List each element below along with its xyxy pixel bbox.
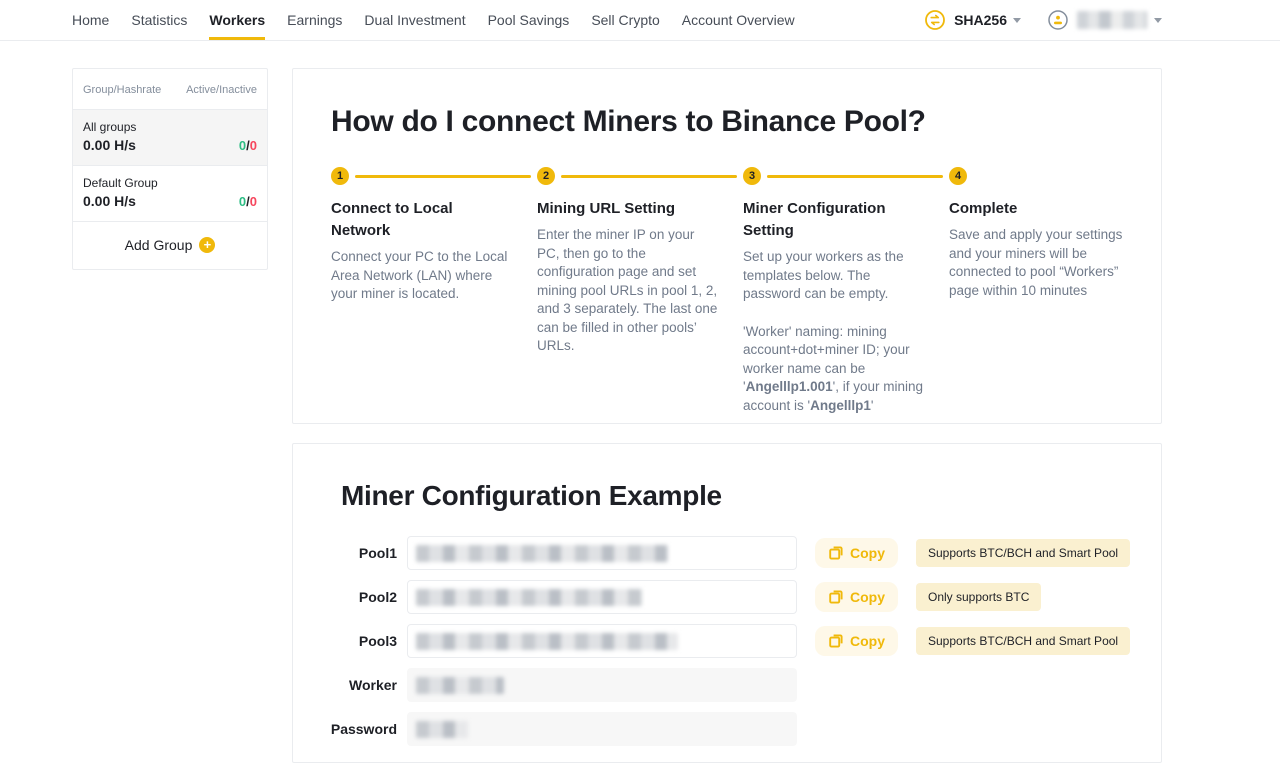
worker-row: Worker xyxy=(317,668,1141,702)
step-4-complete: 4 Complete Save and apply your settings … xyxy=(949,167,1131,415)
username-redacted xyxy=(1077,11,1147,29)
group-hashrate: 0.00 H/s xyxy=(83,193,158,209)
pool1-copy-button[interactable]: Copy xyxy=(815,538,898,568)
column-header-group-hashrate: Group/Hashrate xyxy=(83,84,161,96)
step-connector-line xyxy=(561,175,737,178)
top-navigation-bar: Home Statistics Workers Earnings Dual In… xyxy=(0,0,1280,41)
step-number-badge: 4 xyxy=(949,167,967,185)
main-nav: Home Statistics Workers Earnings Dual In… xyxy=(72,0,795,40)
step-title: Miner Configuration Setting xyxy=(743,198,925,242)
nav-item-dual-investment[interactable]: Dual Investment xyxy=(364,0,465,40)
guide-title: How do I connect Miners to Binance Pool? xyxy=(331,105,1131,139)
worker-name-field[interactable] xyxy=(407,668,797,702)
account-selector[interactable] xyxy=(1047,9,1162,31)
password-label: Password xyxy=(317,721,397,737)
copy-label: Copy xyxy=(850,589,885,605)
nav-item-statistics[interactable]: Statistics xyxy=(131,0,187,40)
nav-item-pool-savings[interactable]: Pool Savings xyxy=(488,0,570,40)
pool3-url-field[interactable] xyxy=(407,624,797,658)
group-name: Default Group xyxy=(83,176,158,190)
nav-item-earnings[interactable]: Earnings xyxy=(287,0,342,40)
nav-item-home[interactable]: Home xyxy=(72,0,109,40)
group-row-default-group[interactable]: Default Group 0.00 H/s 0/0 xyxy=(73,166,267,222)
step-title: Connect to Local Network xyxy=(331,198,513,242)
add-group-label: Add Group xyxy=(125,237,193,253)
step-2-mining-url-setting: 2 Mining URL Setting Enter the miner IP … xyxy=(537,167,719,415)
copy-icon xyxy=(828,545,844,561)
step-number-badge: 2 xyxy=(537,167,555,185)
copy-icon xyxy=(828,589,844,605)
group-active-inactive-count: 0/0 xyxy=(239,138,257,153)
pool3-row: Pool3 Copy Supports BTC/BCH and Smart Po… xyxy=(317,624,1141,658)
pool3-support-badge: Supports BTC/BCH and Smart Pool xyxy=(916,627,1130,655)
pool1-url-field[interactable] xyxy=(407,536,797,570)
group-active-inactive-count: 0/0 xyxy=(239,194,257,209)
pool1-url-redacted xyxy=(416,545,668,562)
guide-steps: 1 Connect to Local Network Connect your … xyxy=(331,167,1131,415)
step-description: Connect your PC to the Local Area Networ… xyxy=(331,248,513,304)
pool2-copy-button[interactable]: Copy xyxy=(815,582,898,612)
password-field[interactable] xyxy=(407,712,797,746)
user-account-icon xyxy=(1047,9,1069,31)
step-title: Mining URL Setting xyxy=(537,198,719,220)
column-header-active-inactive: Active/Inactive xyxy=(186,84,257,96)
pool1-support-badge: Supports BTC/BCH and Smart Pool xyxy=(916,539,1130,567)
group-name: All groups xyxy=(83,120,136,134)
account-dropdown-caret[interactable] xyxy=(1154,18,1162,23)
step-connector-line xyxy=(355,175,531,178)
pool3-url-redacted xyxy=(416,633,678,650)
pool2-url-redacted xyxy=(416,589,642,606)
pool1-label: Pool1 xyxy=(317,545,397,561)
pool1-row: Pool1 Copy Supports BTC/BCH and Smart Po… xyxy=(317,536,1141,570)
groups-sidebar: Group/Hashrate Active/Inactive All group… xyxy=(72,68,268,270)
group-row-all-groups[interactable]: All groups 0.00 H/s 0/0 xyxy=(73,110,267,166)
worker-name-redacted xyxy=(416,677,504,694)
group-hashrate: 0.00 H/s xyxy=(83,137,136,153)
add-group-button[interactable]: Add Group + xyxy=(73,222,267,269)
nav-item-sell-crypto[interactable]: Sell Crypto xyxy=(591,0,659,40)
worker-label: Worker xyxy=(317,677,397,693)
nav-item-workers[interactable]: Workers xyxy=(209,0,265,40)
miner-configuration-example-card: Miner Configuration Example Pool1 Copy S… xyxy=(292,443,1162,763)
step-number-badge: 3 xyxy=(743,167,761,185)
password-redacted xyxy=(416,721,468,738)
step-title: Complete xyxy=(949,198,1131,220)
step-description: Save and apply your settings and your mi… xyxy=(949,226,1131,300)
pool2-label: Pool2 xyxy=(317,589,397,605)
copy-label: Copy xyxy=(850,545,885,561)
step-description: Set up your workers as the templates bel… xyxy=(743,248,925,415)
example-title: Miner Configuration Example xyxy=(341,480,1141,512)
step-3-miner-configuration-setting: 3 Miner Configuration Setting Set up you… xyxy=(743,167,925,415)
pool3-label: Pool3 xyxy=(317,633,397,649)
copy-label: Copy xyxy=(850,633,885,649)
plus-icon: + xyxy=(199,237,215,253)
connect-miners-guide-card: How do I connect Miners to Binance Pool?… xyxy=(292,68,1162,424)
algorithm-dropdown-caret[interactable] xyxy=(1013,18,1021,23)
pool2-row: Pool2 Copy Only supports BTC xyxy=(317,580,1141,614)
pool2-support-badge: Only supports BTC xyxy=(916,583,1041,611)
step-description: Enter the miner IP on your PC, then go t… xyxy=(537,226,719,356)
step-number-badge: 1 xyxy=(331,167,349,185)
step-1-connect-to-local-network: 1 Connect to Local Network Connect your … xyxy=(331,167,513,415)
pool2-url-field[interactable] xyxy=(407,580,797,614)
copy-icon xyxy=(828,633,844,649)
password-row: Password xyxy=(317,712,1141,746)
step-connector-line xyxy=(767,175,943,178)
algorithm-selector-label: SHA256 xyxy=(954,12,1007,28)
pool3-copy-button[interactable]: Copy xyxy=(815,626,898,656)
nav-item-account-overview[interactable]: Account Overview xyxy=(682,0,795,40)
algorithm-swap-icon xyxy=(924,9,946,31)
